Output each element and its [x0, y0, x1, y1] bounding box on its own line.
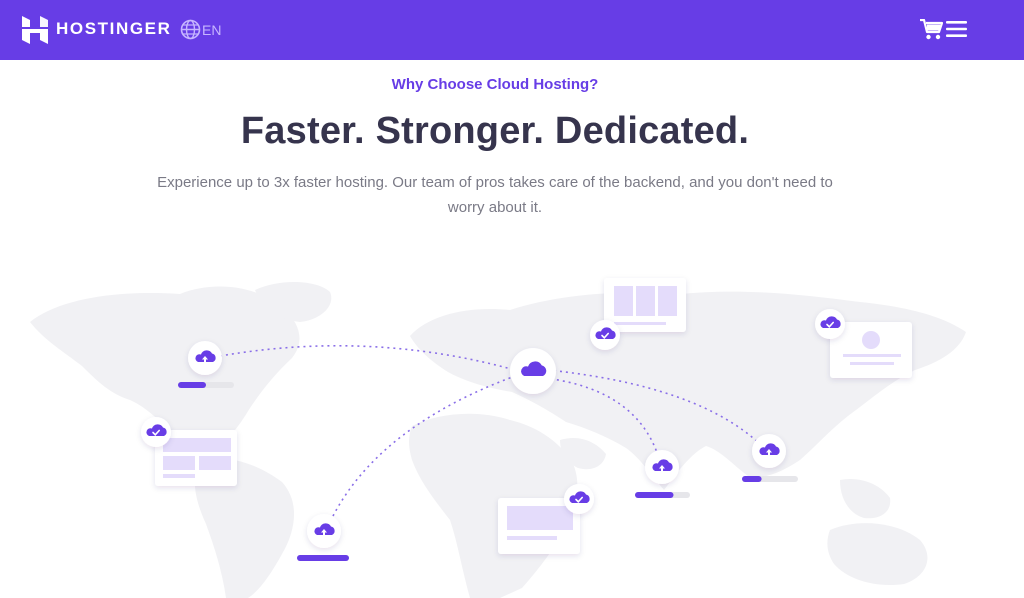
menu-icon[interactable]: [946, 21, 967, 37]
section-eyebrow: Why Choose Cloud Hosting?: [391, 76, 599, 93]
progress-bar-east-asia: [742, 476, 798, 482]
language-label: EN: [202, 21, 222, 38]
top-navbar: HOSTINGER EN: [0, 0, 1024, 60]
page-title: Faster. Stronger. Dedicated.: [240, 110, 750, 152]
world-map-illustration: [30, 278, 966, 598]
hostinger-logo-icon[interactable]: [22, 16, 48, 44]
language-selector[interactable]: EN: [180, 19, 221, 40]
check-badge-africa: [564, 484, 594, 514]
upload-node-india: [645, 450, 679, 484]
progress-bar-india: [635, 492, 690, 498]
globe-icon: [180, 19, 201, 40]
upload-node-south-america: [307, 514, 341, 548]
cloud-hub: [510, 348, 556, 394]
check-badge-north-america: [141, 417, 171, 447]
upload-node-east-asia: [752, 434, 786, 468]
check-badge-europe: [590, 320, 620, 350]
website-card-europe: [604, 278, 686, 332]
hero-subtitle: Experience up to 3x faster hosting. Our …: [157, 174, 833, 216]
brand-name[interactable]: HOSTINGER: [56, 19, 171, 39]
progress-bar-north-america: [178, 382, 234, 388]
progress-bar-south-america: [297, 555, 349, 561]
upload-node-north-america: [188, 341, 222, 375]
check-badge-asia: [815, 309, 845, 339]
cart-icon[interactable]: [920, 19, 943, 40]
